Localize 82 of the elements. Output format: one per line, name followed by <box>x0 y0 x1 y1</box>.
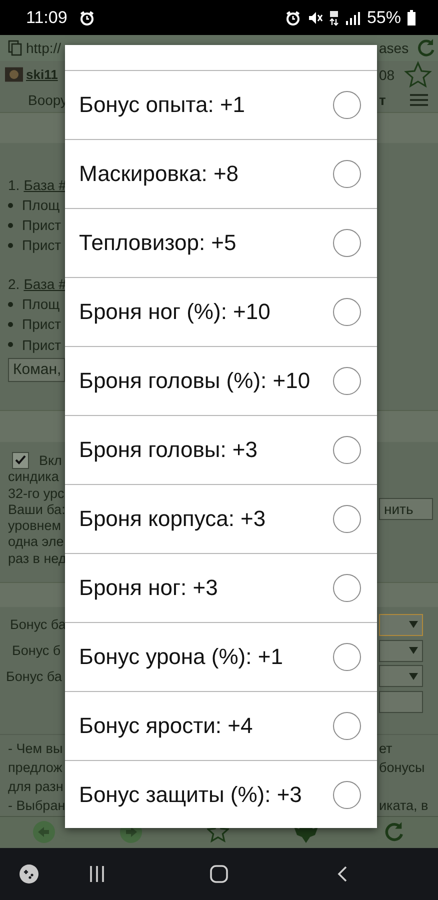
option-label: Бонус опыта: +1 <box>79 91 246 119</box>
game-launcher-icon[interactable] <box>19 864 39 884</box>
star-icon[interactable] <box>404 60 432 89</box>
note-text: - Чем вы <box>8 741 63 756</box>
clock-time: 11:09 <box>26 8 68 28</box>
option-item[interactable]: Маскировка: +8 <box>65 139 377 208</box>
option-item[interactable]: Бонус опыта: +1 <box>65 70 377 139</box>
base-detail: Площ <box>22 197 60 214</box>
radio-button[interactable] <box>333 229 361 257</box>
option-item[interactable]: Бонус урона (%): +1 <box>65 622 377 691</box>
option-label: Броня корпуса: +3 <box>79 505 267 533</box>
bonus-select[interactable] <box>379 614 423 636</box>
avatar-icon <box>5 67 23 82</box>
radio-button[interactable] <box>333 574 361 602</box>
base-detail: Прист <box>22 217 62 234</box>
user-stat: 08 <box>379 66 395 83</box>
note-text: бонусы <box>379 760 425 776</box>
base-detail: Площ <box>22 296 60 312</box>
checkbox[interactable] <box>12 452 29 469</box>
description-text: 32-го урс <box>8 486 64 501</box>
note-text: для разн <box>8 779 64 794</box>
option-item[interactable]: Броня ног (%): +10 <box>65 277 377 346</box>
copy-icon[interactable] <box>8 40 22 56</box>
menu-icon[interactable] <box>409 92 429 107</box>
option-label: Броня ног (%): +10 <box>79 298 272 326</box>
option-item[interactable]: Броня ног: +3 <box>65 553 377 622</box>
option-label: Броня головы (%): +10 <box>79 367 312 395</box>
option-item[interactable]: Броня корпуса: +3 <box>65 484 377 553</box>
radio-button[interactable] <box>333 91 361 119</box>
input-field[interactable] <box>379 691 423 714</box>
option-label: Броня головы: +3 <box>79 436 259 464</box>
description-text: Ваши ба: <box>8 502 66 517</box>
radio-button[interactable] <box>333 781 361 809</box>
option-label: Бонус ярости: +4 <box>79 712 254 740</box>
option-item[interactable]: Броня головы: +3 <box>65 415 377 484</box>
description-text: уровнем <box>8 518 62 534</box>
home-icon[interactable] <box>210 865 228 883</box>
bonus-select[interactable] <box>379 665 423 688</box>
mute-icon <box>306 10 323 26</box>
note-text: - Выбран <box>8 798 66 814</box>
option-item[interactable]: Тепловизор: +5 <box>65 208 377 277</box>
radio-button[interactable] <box>333 160 361 188</box>
option-item[interactable]: Броня головы (%): +10 <box>65 346 377 415</box>
base-detail: Прист <box>22 316 62 332</box>
base-detail: Прист <box>22 336 62 352</box>
radio-button[interactable] <box>333 436 361 464</box>
radio-button[interactable] <box>333 367 361 395</box>
option-label: Тепловизор: +5 <box>79 229 238 257</box>
mobile-data-icon <box>328 10 339 26</box>
description-text: Вкл <box>39 452 62 468</box>
description-text: одна эле <box>8 534 64 550</box>
list-number: 1. <box>8 177 20 194</box>
radio-button[interactable] <box>333 712 361 740</box>
description-text: синдика <box>8 469 59 484</box>
bonus-label: Бонус ба <box>6 668 62 684</box>
note-text: иката, в <box>379 798 428 814</box>
option-label: Маскировка: +8 <box>79 160 240 188</box>
base-detail: Прист <box>22 237 62 254</box>
option-label: Бонус урона (%): +1 <box>79 643 284 671</box>
caret-icon <box>409 672 418 680</box>
note-text: предлож <box>8 760 62 776</box>
bonus-label: Бонус б <box>12 643 61 658</box>
note-text: ет <box>379 741 392 756</box>
option-label: Бонус защиты (%): +3 <box>79 781 303 809</box>
bonus-select[interactable] <box>379 640 423 662</box>
alarm-icon <box>284 10 301 26</box>
list-number: 2. <box>8 276 20 292</box>
option-item[interactable]: Бонус ярости: +4 <box>65 691 377 760</box>
battery-icon <box>407 10 416 26</box>
radio-button[interactable] <box>333 298 361 326</box>
bonus-label: Бонус ба <box>10 617 66 632</box>
recent-apps-icon[interactable] <box>89 866 105 882</box>
caret-icon <box>409 621 418 628</box>
radio-button[interactable] <box>333 643 361 671</box>
caret-icon <box>409 647 418 654</box>
radio-button[interactable] <box>333 505 361 533</box>
option-label: Броня ног: +3 <box>79 574 219 602</box>
signal-icon <box>344 10 361 26</box>
battery-percent: 55% <box>366 8 401 28</box>
back-icon[interactable] <box>337 866 347 882</box>
alarm-icon <box>79 10 96 26</box>
option-item[interactable]: Бонус защиты (%): +3 <box>65 760 377 828</box>
